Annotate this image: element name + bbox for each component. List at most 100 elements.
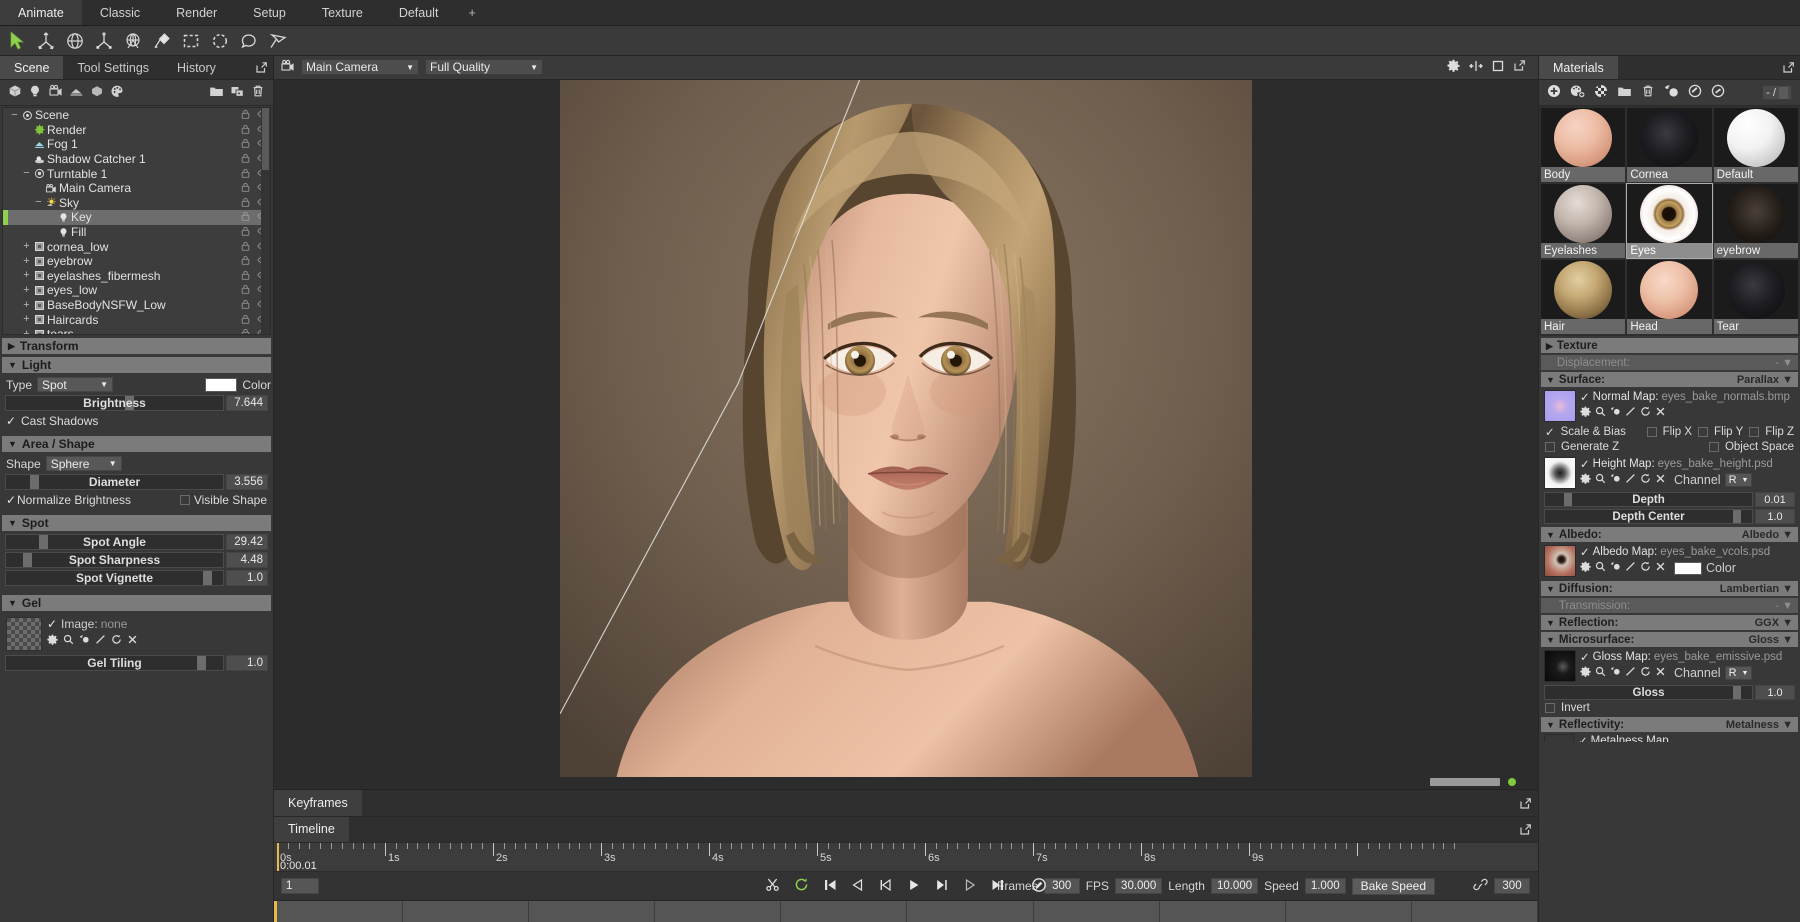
height-map-thumbnail[interactable] xyxy=(1544,457,1576,489)
tree-expander[interactable]: + xyxy=(21,270,32,281)
link-icon[interactable] xyxy=(1473,878,1488,894)
tree-item-render[interactable]: Render xyxy=(3,123,270,138)
track-cell[interactable] xyxy=(1411,901,1538,922)
gloss-map-thumbnail[interactable] xyxy=(1544,650,1576,682)
quick-assign-icon[interactable] xyxy=(1711,84,1725,101)
folder-icon[interactable] xyxy=(1617,85,1632,101)
section-value-reflection[interactable]: GGX ▼ xyxy=(1755,617,1793,629)
visible-shape-label[interactable]: Visible Shape xyxy=(194,493,267,507)
transform-tool[interactable] xyxy=(120,28,146,54)
tree-item-scene[interactable]: − Scene xyxy=(3,108,270,123)
section-header-area-shape[interactable]: ▼ Area / Shape xyxy=(2,436,271,452)
tab-scene[interactable]: Scene xyxy=(0,56,64,79)
trash-icon[interactable] xyxy=(251,84,265,101)
section-header-albedo[interactable]: ▼ Albedo: Albedo ▼ xyxy=(1541,527,1798,542)
close-icon[interactable] xyxy=(1655,473,1666,487)
section-value-surface[interactable]: Parallax ▼ xyxy=(1737,374,1793,386)
gear-icon[interactable] xyxy=(1580,561,1591,575)
tree-expander[interactable]: + xyxy=(21,314,32,325)
gear-icon[interactable] xyxy=(47,634,58,648)
spot-vignette-slider[interactable]: Spot Vignette xyxy=(5,570,224,586)
close-icon[interactable] xyxy=(1655,666,1666,680)
tree-expander[interactable]: − xyxy=(33,197,44,208)
material-cell-tear[interactable]: Tear xyxy=(1713,260,1798,334)
material-cell-eyebrow[interactable]: eyebrow xyxy=(1713,184,1798,258)
popout-icon[interactable] xyxy=(249,56,273,79)
depth-value[interactable]: 0.01 xyxy=(1755,492,1795,507)
lock-icon[interactable] xyxy=(241,210,250,224)
tree-item-eyebrow[interactable]: + eyebrow xyxy=(3,254,270,269)
tree-item-eyelashes-fibermesh[interactable]: + eyelashes_fibermesh xyxy=(3,269,270,284)
tree-item-main-camera[interactable]: Main Camera xyxy=(3,181,270,196)
lock-icon[interactable] xyxy=(241,254,250,268)
flip-y-label[interactable]: Flip Y xyxy=(1714,426,1743,438)
section-header-diffusion[interactable]: ▼ Diffusion: Lambertian ▼ xyxy=(1541,581,1798,596)
lock-icon[interactable] xyxy=(241,167,250,181)
stopwatch-icon[interactable] xyxy=(1031,877,1047,896)
track-cell[interactable] xyxy=(1159,901,1286,922)
tab-history[interactable]: History xyxy=(163,56,230,79)
material-cell-eyelashes[interactable]: Eyelashes xyxy=(1541,184,1626,258)
check-icon[interactable]: ✓ xyxy=(1580,545,1590,559)
tree-item-key[interactable]: Key xyxy=(3,210,270,225)
normalize-brightness-label[interactable]: Normalize Brightness xyxy=(17,493,131,507)
section-header-light[interactable]: ▼ Light xyxy=(2,357,271,373)
add-light-icon[interactable] xyxy=(28,84,42,101)
quality-selector[interactable]: Full Quality ▼ xyxy=(425,59,543,76)
albedo-map-thumbnail[interactable] xyxy=(1544,545,1576,577)
lock-icon[interactable] xyxy=(241,240,250,254)
check-icon[interactable]: ✓ xyxy=(1545,425,1555,439)
eyedropper-icon[interactable] xyxy=(1610,561,1621,575)
cut-icon[interactable] xyxy=(765,877,780,895)
gear-icon[interactable] xyxy=(1580,406,1591,420)
light-type-dropdown[interactable]: Spot ▼ xyxy=(37,377,114,392)
check-icon[interactable]: ✓ xyxy=(1580,650,1590,664)
spot-angle-slider-knob[interactable] xyxy=(38,535,48,549)
tree-item-fill[interactable]: Fill xyxy=(3,225,270,240)
material-cell-body[interactable]: Body xyxy=(1541,108,1626,182)
spot-angle-value[interactable]: 29.42 xyxy=(226,534,268,550)
tree-item-shadow-catcher-1[interactable]: Shadow Catcher 1 xyxy=(3,152,270,167)
skip-start-icon[interactable] xyxy=(823,878,837,895)
assign-icon[interactable] xyxy=(1664,84,1679,101)
menu-tab-setup[interactable]: Setup xyxy=(235,0,304,25)
light-color-swatch[interactable] xyxy=(205,377,238,392)
tree-item-eyes-low[interactable]: + eyes_low xyxy=(3,283,270,298)
diameter-slider[interactable]: Diameter xyxy=(5,474,224,490)
tree-expander[interactable]: − xyxy=(21,168,32,179)
material-cell-cornea[interactable]: Cornea xyxy=(1627,108,1712,182)
track-cell[interactable] xyxy=(529,901,656,922)
diameter-value[interactable]: 3.556 xyxy=(226,474,268,490)
polygon-lasso-tool[interactable] xyxy=(265,28,291,54)
refresh-icon[interactable] xyxy=(1640,666,1651,680)
brightness-value[interactable]: 7.644 xyxy=(226,395,268,411)
rotate-tool[interactable] xyxy=(62,28,88,54)
search-icon[interactable] xyxy=(63,634,74,648)
skip-end-icon[interactable] xyxy=(991,878,1005,895)
section-header-transmission[interactable]: ▼Transmission: - ▼ xyxy=(1541,598,1798,613)
gel-tiling-value[interactable]: 1.0 xyxy=(226,655,268,671)
spot-sharpness-slider-knob[interactable] xyxy=(23,553,33,567)
close-icon[interactable] xyxy=(1655,561,1666,575)
depth-center-value[interactable]: 1.0 xyxy=(1755,509,1795,524)
track-cell[interactable] xyxy=(781,901,908,922)
lock-icon[interactable] xyxy=(241,181,250,195)
material-cell-default[interactable]: Default xyxy=(1713,108,1798,182)
speed-field[interactable]: 1.000 xyxy=(1304,878,1346,895)
square-frame-icon[interactable] xyxy=(1492,60,1504,75)
section-header-reflection[interactable]: ▼ Reflection: GGX ▼ xyxy=(1541,615,1798,630)
split-view-icon[interactable] xyxy=(1469,60,1483,75)
trash-icon[interactable] xyxy=(1641,84,1655,101)
gear-icon[interactable] xyxy=(1447,59,1460,75)
section-value-reflectivity[interactable]: Metalness ▼ xyxy=(1726,719,1793,731)
refresh-icon[interactable] xyxy=(111,634,122,648)
popout-icon[interactable] xyxy=(1512,790,1538,816)
tree-item-sky[interactable]: − Sky xyxy=(3,196,270,211)
depth-center-slider[interactable]: Depth Center xyxy=(1544,509,1753,524)
menu-tab-classic[interactable]: Classic xyxy=(82,0,158,25)
material-cell-hair[interactable]: Hair xyxy=(1541,260,1626,334)
search-icon[interactable] xyxy=(1595,406,1606,420)
edit-pencil-icon[interactable] xyxy=(1625,473,1636,487)
close-icon[interactable] xyxy=(1655,406,1666,420)
tree-item-haircards[interactable]: + Haircards xyxy=(3,312,270,327)
